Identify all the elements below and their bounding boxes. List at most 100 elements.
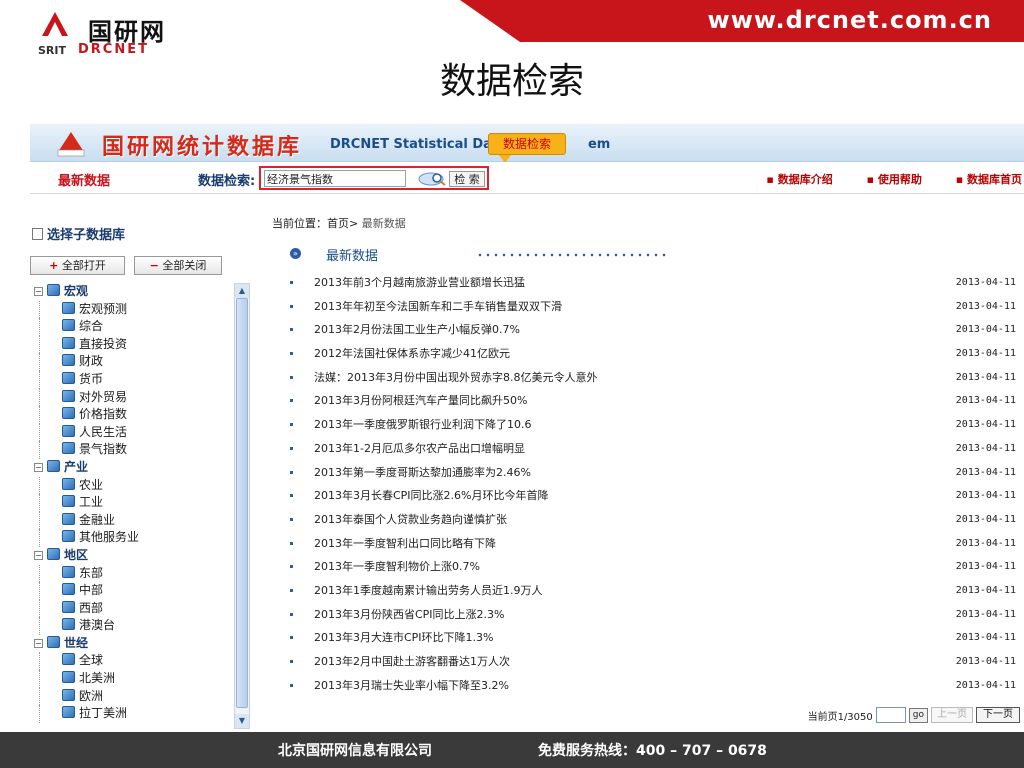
tree-item[interactable]: 北美洲 — [30, 670, 234, 688]
bullet-icon — [290, 423, 293, 427]
help-link[interactable]: 使用帮助 — [867, 173, 922, 186]
tree-item[interactable]: 景气指数 — [30, 441, 234, 459]
collapse-toggle-icon[interactable]: − — [34, 638, 43, 648]
tree-connector — [39, 388, 40, 407]
tree-item[interactable]: 人民生活 — [30, 423, 234, 442]
tree-item[interactable]: 其他服务业 — [30, 529, 234, 547]
tree-label: 港澳台 — [79, 618, 116, 633]
news-title-link[interactable]: 2013年2月份法国工业生产小幅反弹0.7% — [314, 318, 520, 342]
tree-item[interactable]: 对外贸易 — [30, 388, 234, 407]
tree-category[interactable]: − 宏观 — [30, 283, 234, 301]
tree-connector — [39, 564, 40, 583]
tree-item[interactable]: 拉丁美洲 — [30, 705, 234, 723]
news-title-link[interactable]: 2013年3月瑞士失业率小幅下降至3.2% — [314, 674, 509, 698]
banner-subtitle: DRCNET Statistical Da em — [330, 137, 611, 152]
slide-title: 数据检索 — [439, 61, 584, 102]
tree-item[interactable]: 价格指数 — [30, 406, 234, 424]
prev-page-button[interactable]: 上一页 — [931, 707, 973, 723]
tree-label: 世经 — [64, 635, 89, 650]
search-input[interactable] — [264, 170, 406, 187]
tree-item[interactable]: 欧洲 — [30, 687, 234, 706]
news-title-link[interactable]: 2013年3月长春CPI同比涨2.6%月环比今年首降 — [314, 484, 549, 508]
tree-connector — [39, 670, 40, 688]
tree-label: 财政 — [79, 354, 104, 369]
search-button[interactable]: 检 索 — [449, 171, 485, 187]
site-url: www.drcnet.com.cn — [707, 6, 992, 34]
page-number-input[interactable] — [875, 707, 906, 723]
database-icon — [62, 512, 75, 525]
news-title-link[interactable]: 2013年3月大连市CPI环比下降1.3% — [314, 626, 494, 650]
tree-item[interactable]: 财政 — [30, 353, 234, 371]
news-title-link[interactable]: 2013年前3个月越南旅游业营业额增长迅猛 — [314, 271, 525, 295]
tree-item[interactable]: 农业 — [30, 476, 234, 495]
news-date: 2013-04-11 — [955, 513, 1016, 525]
tree-label: 价格指数 — [79, 407, 128, 422]
news-row: 2013年一季度智利物价上涨0.7% 2013-04-11 — [290, 555, 1020, 579]
database-icon — [62, 407, 75, 420]
tree-item[interactable]: 全球 — [30, 652, 234, 671]
dotted-divider — [476, 253, 666, 257]
db-home-link[interactable]: 数据库首页 — [956, 173, 1022, 186]
news-title-link[interactable]: 法媒：2013年3月份中国出现外贸赤字8.8亿美元令人意外 — [314, 366, 598, 390]
tree-item[interactable]: 货币 — [30, 370, 234, 389]
tree-item[interactable]: 东部 — [30, 564, 234, 583]
database-icon — [62, 354, 75, 367]
pager: 当前页1/3050 go 上一页 下一页 — [808, 706, 1020, 724]
bullet-icon — [290, 517, 293, 521]
tree-item[interactable]: 宏观预测 — [30, 300, 234, 319]
scroll-thumb[interactable] — [236, 298, 248, 708]
tree-item[interactable]: 金融业 — [30, 511, 234, 530]
news-title-link[interactable]: 2013年2月中国赴土游客翻番达1万人次 — [314, 650, 510, 674]
folder-icon — [47, 635, 60, 648]
expand-all-button[interactable]: + 全部打开 — [30, 256, 125, 275]
news-title-link[interactable]: 2012年法国社保体系赤字减少41亿欧元 — [314, 342, 510, 366]
news-title-link[interactable]: 2013年一季度俄罗斯银行业利润下降了10.6 — [314, 413, 532, 437]
tree-item[interactable]: 西部 — [30, 599, 234, 618]
news-date: 2013-04-11 — [955, 442, 1016, 454]
main-content: 当前位置：首页> 最新数据 » 最新数据 2013年前3个月越南旅游业营业额增长… — [266, 195, 1024, 732]
tree-label: 人民生活 — [79, 424, 128, 439]
collapse-toggle-icon[interactable]: − — [34, 550, 43, 560]
tree-item[interactable]: 中部 — [30, 582, 234, 600]
page-indicator: 当前页1/3050 — [807, 711, 873, 723]
bullet-icon — [290, 565, 293, 569]
collapse-all-button[interactable]: − 全部关闭 — [134, 256, 222, 275]
db-intro-link[interactable]: 数据库介绍 — [766, 173, 832, 186]
tree-item[interactable]: 综合 — [30, 318, 234, 336]
tree-item[interactable]: 港澳台 — [30, 617, 234, 635]
tree-label: 直接投资 — [79, 336, 128, 351]
news-title-link[interactable]: 2013年一季度智利物价上涨0.7% — [314, 555, 480, 579]
scroll-up-arrow-icon[interactable]: ▲ — [235, 284, 249, 298]
collapse-toggle-icon[interactable]: − — [34, 287, 43, 296]
news-title-link[interactable]: 2013年年初至今法国新车和二手车销售量双双下滑 — [314, 295, 562, 319]
tree-category[interactable]: − 地区 — [30, 547, 234, 565]
arrow-bullet-icon: » — [290, 248, 301, 259]
news-title-link[interactable]: 2013年一季度智利出口同比略有下降 — [314, 532, 496, 556]
tree-label: 对外贸易 — [79, 389, 128, 404]
sidebar-scrollbar[interactable]: ▲ ▼ — [234, 283, 250, 729]
news-row: 2013年1-2月厄瓜多尔农产品出口增幅明显 2013-04-11 — [290, 437, 1020, 461]
database-icon — [62, 618, 75, 631]
news-title-link[interactable]: 2013年泰国个人贷款业务趋向谨慎扩张 — [314, 508, 507, 532]
news-row: 2013年3月份陕西省CPI同比上涨2.3% 2013-04-11 — [290, 603, 1020, 627]
news-date: 2013-04-11 — [955, 490, 1016, 502]
news-title-link[interactable]: 2013年1-2月厄瓜多尔农产品出口增幅明显 — [314, 437, 525, 461]
tree-item[interactable]: 工业 — [30, 494, 234, 512]
news-title-link[interactable]: 2013年1季度越南累计输出劳务人员近1.9万人 — [314, 579, 543, 603]
tree-connector — [39, 300, 40, 319]
tree-category[interactable]: − 世经 — [30, 635, 234, 653]
tree-connector — [39, 652, 40, 671]
tree-item[interactable]: 直接投资 — [30, 335, 234, 354]
next-page-button[interactable]: 下一页 — [976, 707, 1020, 723]
news-title-link[interactable]: 2013年第一季度哥斯达黎加通膨率为2.46% — [314, 461, 531, 485]
newest-data-link[interactable]: 最新数据 — [58, 170, 110, 189]
collapse-toggle-icon[interactable]: − — [34, 462, 43, 472]
tree-category[interactable]: − 产业 — [30, 459, 234, 477]
news-title-link[interactable]: 2013年3月份阿根廷汽车产量同比飙升50% — [314, 389, 527, 413]
news-title-link[interactable]: 2013年3月份陕西省CPI同比上涨2.3% — [314, 603, 505, 627]
bullet-icon — [290, 683, 293, 687]
breadcrumb-home[interactable]: 首页 — [327, 217, 349, 230]
news-row: 法媒：2013年3月份中国出现外贸赤字8.8亿美元令人意外 2013-04-11 — [290, 366, 1020, 390]
scroll-down-arrow-icon[interactable]: ▼ — [235, 714, 249, 728]
go-button[interactable]: go — [908, 707, 928, 723]
